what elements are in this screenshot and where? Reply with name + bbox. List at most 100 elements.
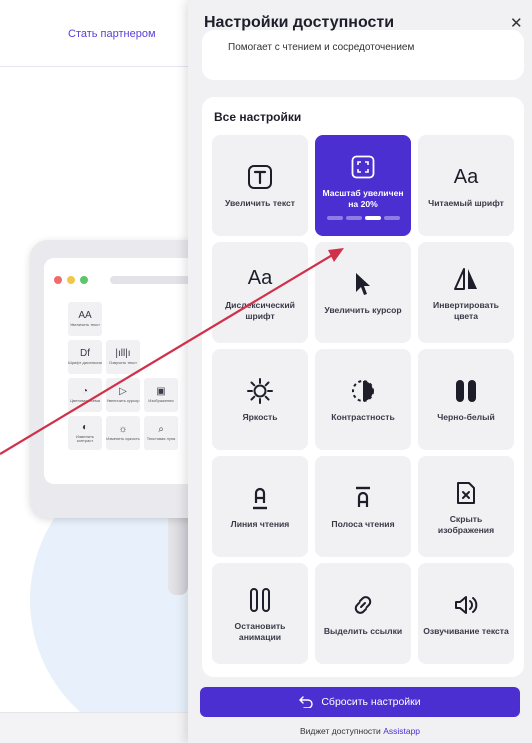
tile-label: Яркость xyxy=(242,412,278,422)
tile-reading-mask[interactable]: Полоса чтения xyxy=(315,456,411,557)
mini-widget-grid: AA Увеличить текст Df Шрифт дислексии |ıll… xyxy=(68,302,178,450)
dyslexia-font-icon: Aa xyxy=(248,264,272,294)
reset-settings-button[interactable]: Сбросить настройки xyxy=(200,687,520,717)
yellow-dot-icon xyxy=(67,276,75,284)
tile-increase-cursor[interactable]: Увеличить курсор xyxy=(315,242,411,343)
profile-info-text: Помогает с чтением и сосредоточением xyxy=(228,42,415,53)
tile-brightness[interactable]: Яркость xyxy=(212,349,308,450)
mini-tile: ◐ Изменить контраст xyxy=(68,416,102,450)
footer-strip xyxy=(0,712,200,743)
mini-tile: Df Шрифт дислексии xyxy=(68,340,102,374)
mini-tile-icon: ⌕ xyxy=(158,423,164,435)
brightness-icon xyxy=(247,376,273,406)
red-dot-icon xyxy=(54,276,62,284)
footer-text: Виджет доступности xyxy=(299,726,381,736)
accessibility-panel: Помогает с чтением и сосредоточением Нас… xyxy=(188,0,532,743)
mini-tile: ⌕ Текстовая лупа xyxy=(144,416,178,450)
tile-label: Увеличить текст xyxy=(224,198,296,208)
tile-label: Скрыть изображения xyxy=(437,513,495,535)
tile-label: Линия чтения xyxy=(230,519,290,529)
mini-tile-label: Увеличить текст xyxy=(69,321,101,327)
mini-tile: ▣ Изображения xyxy=(144,378,178,412)
partner-link[interactable]: Стать партнером xyxy=(68,28,156,40)
tile-invert-colors[interactable]: Инвертировать цвета xyxy=(418,242,514,343)
undo-icon xyxy=(299,696,314,708)
reading-mask-icon xyxy=(351,483,375,513)
mini-tile: |ıll|ı Озвучить текст xyxy=(106,340,140,374)
green-dot-icon xyxy=(80,276,88,284)
tile-contrast[interactable]: Контрастность xyxy=(315,349,411,450)
mini-tile-empty xyxy=(106,302,140,336)
all-settings-card: Все настройки Увеличить текст Масштаб ув… xyxy=(202,97,524,677)
tile-readable-font[interactable]: Aa Читаемый шрифт xyxy=(418,135,514,236)
mini-tile-icon: ◔ xyxy=(81,385,89,397)
tile-label: Инвертировать цвета xyxy=(433,299,499,321)
mini-tile: ☼ Изменить яркость xyxy=(106,416,140,450)
tile-increase-text[interactable]: Увеличить текст xyxy=(212,135,308,236)
mini-tile-icon: ▷ xyxy=(119,385,127,397)
tile-highlight-links[interactable]: Выделить ссылки xyxy=(315,563,411,664)
readable-font-glyph: Aa xyxy=(453,165,479,188)
zoom-level-segment xyxy=(345,215,362,220)
tile-label: Увеличить курсор xyxy=(324,305,402,315)
stop-animations-icon xyxy=(248,585,272,615)
tile-stop-animations[interactable]: Остановить анимации xyxy=(212,563,308,664)
tile-label: Остановить анимации xyxy=(234,620,286,642)
readable-font-icon: Aa xyxy=(454,162,478,192)
tile-label: Контрастность xyxy=(331,412,395,422)
zoom-level-segment xyxy=(326,215,343,220)
mini-tile: ◔ Цветовая схема xyxy=(68,378,102,412)
window-dots xyxy=(54,276,88,284)
cursor-icon xyxy=(352,269,374,299)
grayscale-icon xyxy=(454,376,478,406)
tile-dyslexia-font[interactable]: Aa Дислексический шрифт xyxy=(212,242,308,343)
contrast-icon xyxy=(350,376,376,406)
mini-tile-empty xyxy=(144,302,178,336)
zoom-level-segment xyxy=(383,215,400,220)
reading-line-icon xyxy=(248,483,272,513)
settings-section-title: Все настройки xyxy=(214,110,302,124)
tile-zoom[interactable]: Масштаб увеличен на 20% xyxy=(315,135,411,236)
mini-tile: ▷ Увеличить курсор xyxy=(106,378,140,412)
zoom-level-segment xyxy=(364,215,381,220)
tile-text-to-speech[interactable]: Озвучивание текста xyxy=(418,563,514,664)
mini-tile-icon: ▣ xyxy=(156,385,166,397)
text-size-icon xyxy=(247,162,273,192)
speaker-icon xyxy=(453,590,479,620)
profile-info-card[interactable]: Помогает с чтением и сосредоточением xyxy=(202,30,524,80)
device-illustration: AA Увеличить текст Df Шрифт дислексии |ıll… xyxy=(30,240,219,518)
tile-label: Выделить ссылки xyxy=(323,626,403,636)
brand-link[interactable]: Assistapp xyxy=(383,726,420,736)
close-icon[interactable]: ✕ xyxy=(510,16,523,31)
mini-tile-label: Озвучить текст xyxy=(109,359,137,365)
tile-label: Озвучивание текста xyxy=(423,626,509,636)
mini-tile-icon: ☼ xyxy=(118,423,128,435)
mini-tile-label: Изменить яркость xyxy=(106,435,140,441)
mini-tile-icon: Df xyxy=(80,347,90,359)
mini-tile-icon: |ıll|ı xyxy=(115,347,131,359)
invert-colors-icon xyxy=(453,264,479,294)
mini-tile-icon: ◐ xyxy=(81,421,89,433)
panel-title: Настройки доступности xyxy=(204,14,395,31)
tile-label: Дислексический шрифт xyxy=(225,299,295,321)
widget-footer: Виджет доступности Assistapp xyxy=(188,726,532,736)
reset-settings-label: Сбросить настройки xyxy=(321,696,421,708)
mini-tile: AA Увеличить текст xyxy=(68,302,102,336)
mini-tile-empty xyxy=(144,340,178,374)
zoom-level-indicator xyxy=(326,215,400,220)
mini-tile-icon: AA xyxy=(78,309,92,321)
tile-hide-images[interactable]: Скрыть изображения xyxy=(418,456,514,557)
tile-grayscale[interactable]: Черно-белый xyxy=(418,349,514,450)
mini-tile-label: Изображения xyxy=(148,397,174,403)
mini-tile-label: Изменить контраст xyxy=(75,433,95,443)
mini-tile-label: Увеличить курсор xyxy=(106,397,140,403)
tile-label: Масштаб увеличен на 20% xyxy=(322,187,404,209)
mini-tile-label: Цветовая схема xyxy=(70,397,100,403)
link-icon xyxy=(350,590,376,620)
mini-tile-label: Шрифт дислексии xyxy=(68,359,102,365)
tile-reading-line[interactable]: Линия чтения xyxy=(212,456,308,557)
tile-label: Полоса чтения xyxy=(331,519,395,529)
hide-images-icon xyxy=(455,478,477,508)
tile-label: Черно-белый xyxy=(437,412,495,422)
zoom-icon xyxy=(351,152,375,182)
